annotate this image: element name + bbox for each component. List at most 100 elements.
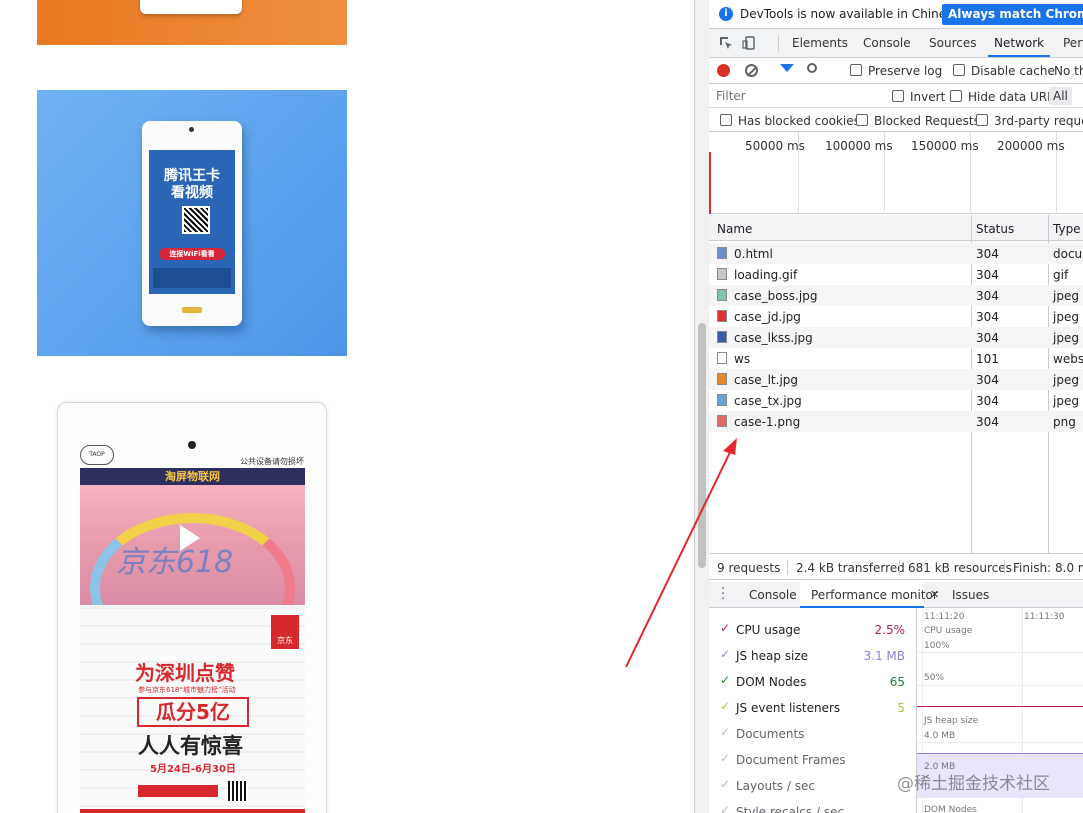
devtools-panel: i DevTools is now available in Chinese! …	[694, 0, 1083, 813]
graph-gridline	[917, 742, 1083, 743]
request-name: case_lt.jpg	[734, 373, 799, 387]
poster: 京东 为深圳点赞 参与京东618“城市魅力榜”活动 瓜分5亿 人人有惊喜 5月2…	[80, 605, 305, 813]
checkmark-icon[interactable]: ✓	[720, 777, 730, 791]
device-note: 公共设备请勿损坏	[240, 457, 304, 466]
scrollbar-thumb[interactable]	[698, 323, 706, 568]
checkmark-icon[interactable]: ✓	[720, 673, 730, 687]
metric-item[interactable]: ✓ Document Frames	[709, 746, 917, 772]
table-row[interactable]: 0.html 304 docur	[709, 243, 1083, 264]
third-party-checkbox[interactable]	[976, 114, 988, 126]
timeline-overview[interactable]: 50000 ms 100000 ms 150000 ms 200000 ms	[709, 132, 1083, 214]
filter-input[interactable]	[713, 87, 873, 105]
play-icon[interactable]	[180, 525, 200, 551]
checkmark-icon[interactable]: ✓	[720, 647, 730, 661]
tablet-headline: 腾讯王卡 看视频	[164, 168, 220, 201]
checkmark-icon[interactable]: ✓	[720, 803, 730, 813]
metric-item[interactable]: ✓ Layouts / sec	[709, 772, 917, 798]
table-row[interactable]: loading.gif 304 gif	[709, 264, 1083, 285]
hide-data-urls-checkbox[interactable]	[950, 90, 962, 102]
table-row[interactable]: ws 101 webso	[709, 348, 1083, 369]
request-status: 304	[976, 268, 999, 282]
poster-surprise: 人人有惊喜	[138, 734, 243, 758]
table-row[interactable]: case_lt.jpg 304 jpeg	[709, 369, 1083, 390]
graph-heap-40: 4.0 MB	[924, 731, 956, 741]
checkmark-icon[interactable]: ✓	[720, 621, 730, 635]
summary-separator	[1004, 560, 1005, 575]
summary-resources: 681 kB resources	[908, 561, 1012, 575]
close-icon[interactable]: ✕	[930, 588, 939, 601]
sponsor-logos	[138, 785, 218, 797]
table-row[interactable]: case_tx.jpg 304 jpeg	[709, 390, 1083, 411]
drawer-tab-performance-monitor[interactable]: Performance monitor	[811, 588, 938, 602]
checkmark-icon[interactable]: ✓	[720, 725, 730, 739]
metric-item[interactable]: ✓ DOM Nodes 65	[709, 668, 917, 694]
poster-prize: 瓜分5亿	[137, 697, 249, 727]
tab-elements[interactable]: Elements	[792, 29, 848, 57]
column-type[interactable]: Type	[1053, 222, 1081, 236]
tab-console[interactable]: Console	[863, 29, 911, 57]
checkmark-icon[interactable]: ✓	[720, 699, 730, 713]
request-type: gif	[1053, 268, 1069, 282]
table-row[interactable]: case-1.png 304 png	[709, 411, 1083, 432]
request-type: webso	[1053, 352, 1083, 366]
metric-name: Layouts / sec	[736, 779, 815, 793]
request-name: loading.gif	[734, 268, 798, 282]
tab-sources[interactable]: Sources	[929, 29, 976, 57]
network-toolbar: Preserve log Disable cache No th	[709, 58, 1083, 84]
metric-item[interactable]: ✓ CPU usage 2.5%	[709, 616, 917, 642]
tablet-device: 腾讯王卡 看视频 连接WiFi看看	[142, 121, 242, 326]
summary-transferred: 2.4 kB transferred	[796, 561, 905, 575]
file-icon	[717, 268, 727, 280]
drawer-tab-console[interactable]: Console	[749, 588, 797, 602]
graph-dom-label: DOM Nodes	[924, 805, 977, 813]
request-status: 101	[976, 352, 999, 366]
column-name[interactable]: Name	[717, 222, 752, 236]
request-status: 304	[976, 394, 999, 408]
request-type: docur	[1053, 247, 1083, 261]
drawer-tab-issues[interactable]: Issues	[952, 588, 989, 602]
blocked-requests-checkbox[interactable]	[856, 114, 868, 126]
type-filter-all[interactable]: All	[1049, 87, 1072, 105]
request-status: 304	[976, 415, 999, 429]
preserve-log-checkbox[interactable]	[850, 64, 862, 76]
table-row[interactable]: case_boss.jpg 304 jpeg	[709, 285, 1083, 306]
match-language-button[interactable]: Always match Chrome's la	[942, 4, 1083, 25]
clear-icon[interactable]	[745, 64, 758, 77]
tab-performance[interactable]: Perf	[1063, 29, 1083, 57]
request-status: 304	[976, 331, 999, 345]
more-tools-icon[interactable]: · · ·	[721, 583, 725, 606]
metric-item[interactable]: ✓ JS heap size 3.1 MB	[709, 642, 917, 668]
graph-gridline	[917, 685, 1083, 686]
metric-item[interactable]: ✓ Documents	[709, 720, 917, 746]
table-row[interactable]: case_jd.jpg 304 jpeg	[709, 306, 1083, 327]
throttling-select[interactable]: No th	[1054, 64, 1083, 78]
request-name: case_boss.jpg	[734, 289, 818, 303]
table-row[interactable]: case_lkss.jpg 304 jpeg	[709, 327, 1083, 348]
search-icon[interactable]	[807, 63, 817, 73]
record-icon[interactable]	[717, 64, 730, 77]
inspect-element-icon[interactable]	[719, 36, 733, 50]
poster-headline: 为深圳点赞	[135, 661, 235, 685]
metric-item[interactable]: ✓ Style recalcs / sec	[709, 798, 917, 813]
filter-icon[interactable]	[780, 64, 794, 72]
request-type: jpeg	[1053, 289, 1079, 303]
infobar-message: DevTools is now available in Chinese!	[740, 7, 965, 21]
video-area[interactable]: 京东618	[80, 485, 305, 663]
column-status[interactable]: Status	[976, 222, 1014, 236]
hide-data-urls-label: Hide data URLs	[968, 90, 1061, 104]
device-screen: 淘屏物联网 京东618 京东 为深圳点赞 参与京东618“城市魅力榜”活动 瓜分…	[80, 468, 305, 813]
metric-item[interactable]: ✓ JS event listeners 5	[709, 694, 917, 720]
file-icon	[717, 373, 727, 385]
device-toolbar-icon[interactable]	[742, 36, 756, 50]
blocked-cookies-checkbox[interactable]	[720, 114, 732, 126]
request-name: case_jd.jpg	[734, 310, 801, 324]
disable-cache-checkbox[interactable]	[953, 64, 965, 76]
file-icon	[717, 331, 727, 343]
checkmark-icon[interactable]: ✓	[720, 751, 730, 765]
tab-network[interactable]: Network	[988, 29, 1051, 57]
tab-separator	[778, 35, 779, 52]
camera-dot	[189, 127, 194, 132]
filter-bar: Invert Hide data URLs All	[709, 84, 1083, 108]
invert-checkbox[interactable]	[892, 90, 904, 102]
page-scrollbar[interactable]	[695, 0, 709, 813]
